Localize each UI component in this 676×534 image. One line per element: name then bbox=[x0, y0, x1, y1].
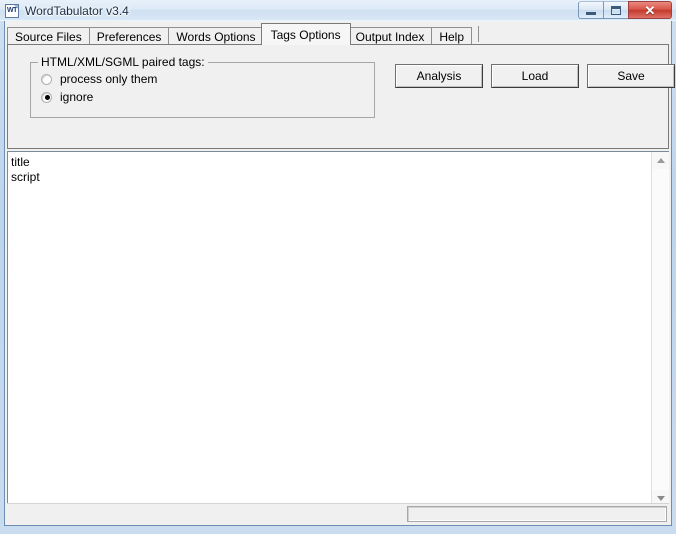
save-button[interactable]: Save bbox=[587, 64, 675, 88]
status-bar bbox=[7, 503, 669, 523]
title-bar[interactable]: WT WordTabulator v3.4 ✕ bbox=[0, 0, 676, 21]
window-title: WordTabulator v3.4 bbox=[25, 3, 129, 18]
editor-vertical-scrollbar[interactable] bbox=[651, 152, 669, 507]
tab-tags-options[interactable]: Tags Options bbox=[260, 23, 351, 45]
tab-help[interactable]: Help bbox=[431, 27, 473, 45]
radio-ignore[interactable]: ignore bbox=[41, 90, 93, 104]
close-button[interactable]: ✕ bbox=[628, 1, 672, 19]
maximize-button[interactable] bbox=[603, 1, 629, 19]
tab-strip-end-divider bbox=[478, 26, 480, 42]
radio-checked-icon[interactable] bbox=[41, 91, 52, 103]
client-area: HTML/XML/SGML paired tags: process only … bbox=[4, 21, 675, 526]
minimize-button[interactable] bbox=[578, 1, 604, 19]
radio-ignore-label: ignore bbox=[60, 90, 94, 104]
tab-preferences[interactable]: Preferences bbox=[88, 27, 170, 45]
tab-words-options[interactable]: Words Options bbox=[168, 27, 264, 45]
scroll-up-icon bbox=[656, 158, 665, 163]
tab-source-files[interactable]: Source Files bbox=[7, 27, 90, 45]
tags-list-text[interactable]: title script bbox=[8, 152, 651, 507]
radio-unchecked-icon[interactable] bbox=[41, 73, 52, 85]
app-icon-label: WT bbox=[7, 7, 17, 14]
paired-tags-groupbox-title: HTML/XML/SGML paired tags: bbox=[38, 55, 208, 69]
radio-process-only-them[interactable]: process only them bbox=[41, 72, 157, 86]
window-controls: ✕ bbox=[578, 1, 672, 20]
load-button[interactable]: Load bbox=[491, 64, 579, 88]
application-window: WT WordTabulator v3.4 ✕ HTML/XML/SGML pa… bbox=[0, 0, 676, 534]
scroll-down-icon bbox=[656, 496, 665, 501]
scrollbar-track[interactable] bbox=[652, 169, 669, 490]
app-document-icon: WT bbox=[5, 3, 19, 18]
analysis-button[interactable]: Analysis bbox=[395, 64, 483, 88]
minimize-icon bbox=[586, 8, 596, 15]
radio-process-only-them-label: process only them bbox=[60, 72, 158, 86]
scroll-up-button[interactable] bbox=[652, 152, 669, 169]
status-panel bbox=[407, 506, 667, 522]
paired-tags-groupbox: HTML/XML/SGML paired tags: process only … bbox=[30, 55, 375, 118]
tab-strip: Source Files Preferences Words Options T… bbox=[7, 23, 669, 45]
tab-page-tags-options: HTML/XML/SGML paired tags: process only … bbox=[7, 44, 675, 149]
maximize-icon bbox=[611, 5, 621, 15]
tab-output-index[interactable]: Output Index bbox=[347, 27, 433, 45]
close-icon: ✕ bbox=[644, 2, 656, 18]
tags-list-editor[interactable]: title script bbox=[7, 151, 669, 508]
